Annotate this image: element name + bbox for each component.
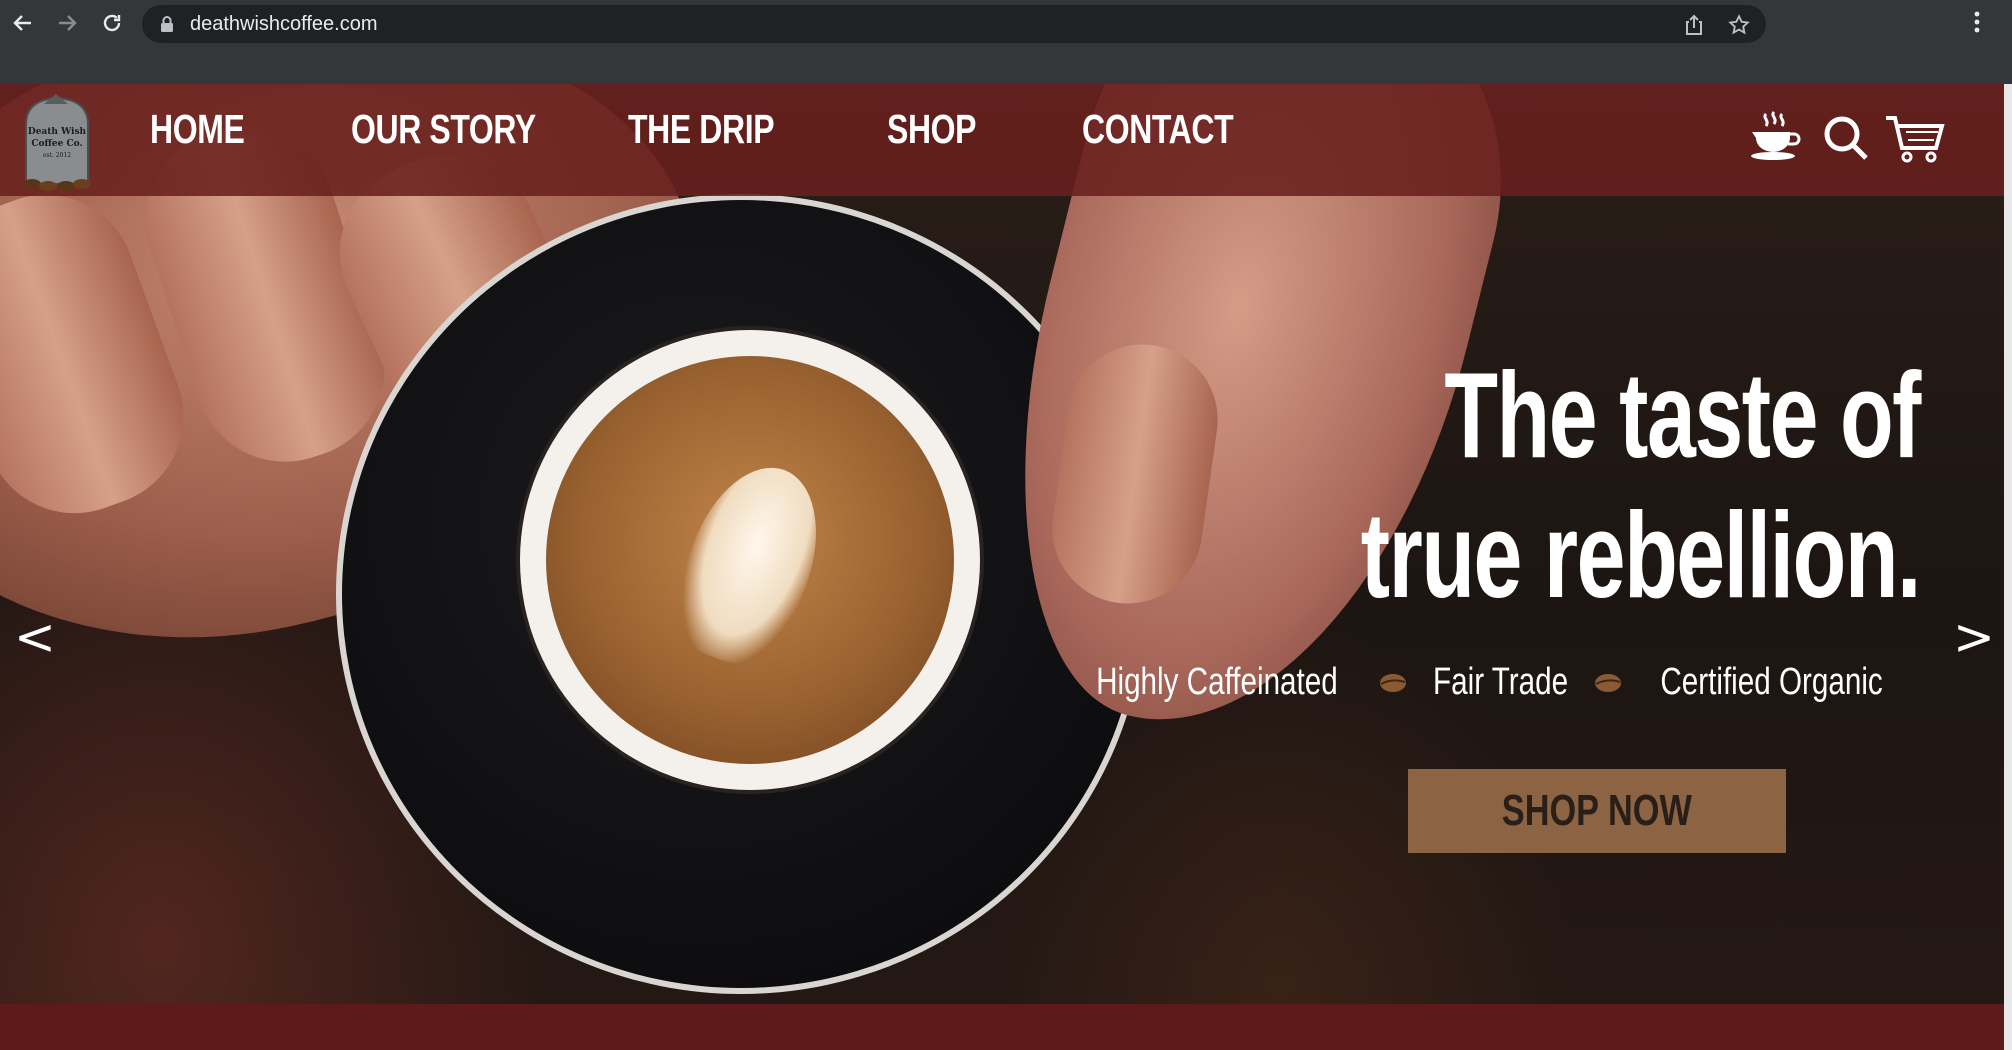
carousel-next-arrow[interactable]: > [1953,612,1995,662]
back-arrow-icon[interactable] [8,8,38,38]
share-icon[interactable] [1684,14,1704,41]
coffee-bean-icon [1378,661,1408,704]
shop-now-label: SHOP NOW [1501,786,1693,835]
url-text[interactable]: deathwishcoffee.com [190,13,378,36]
page-edge [2004,84,2012,1050]
logo-text-line: Death Wish [28,127,87,137]
feature-certified-organic: Certified Organic [1660,660,1883,703]
nav-shop[interactable]: SHOP [887,106,976,153]
hero-features: Highly Caffeinated Fair Trade Certified … [1062,658,1914,706]
nav-contact[interactable]: CONTACT [1082,106,1234,153]
death-wish-logo[interactable]: Death Wish Coffee Co. est. 2012 [12,90,102,192]
logo-text-line: est. 2012 [43,152,71,159]
nav-our-story[interactable]: OUR STORY [351,106,536,153]
kebab-menu-icon[interactable] [1974,10,1980,39]
bookmark-star-icon[interactable] [1728,14,1750,41]
coffee-cup-icon[interactable] [1748,110,1802,167]
lock-icon [160,15,174,38]
hero-headline: The taste of true rebellion. [1020,345,1922,625]
hero-headline-line2: true rebellion. [1360,487,1922,623]
site-header: Death Wish Coffee Co. est. 2012 HOME OUR… [0,84,2004,196]
forward-arrow-icon[interactable] [52,8,82,38]
nav-home[interactable]: HOME [150,106,245,153]
search-icon[interactable] [1822,114,1870,167]
cart-icon[interactable] [1884,114,1946,169]
hero-headline-line1: The taste of [1444,347,1921,483]
coffee-bean-icon [1593,661,1623,704]
bottom-band [0,1004,2004,1050]
browser-toolbar: deathwishcoffee.com [0,0,2012,84]
feature-fair-trade: Fair Trade [1432,660,1568,703]
feature-highly-caffeinated: Highly Caffeinated [1095,660,1338,703]
shop-now-button[interactable]: SHOP NOW [1408,769,1786,853]
address-bar[interactable]: deathwishcoffee.com [142,5,1766,43]
logo-text-line: Coffee Co. [31,139,82,149]
reload-icon[interactable] [97,8,127,38]
nav-the-drip[interactable]: THE DRIP [628,106,775,153]
carousel-prev-arrow[interactable]: < [14,612,56,662]
